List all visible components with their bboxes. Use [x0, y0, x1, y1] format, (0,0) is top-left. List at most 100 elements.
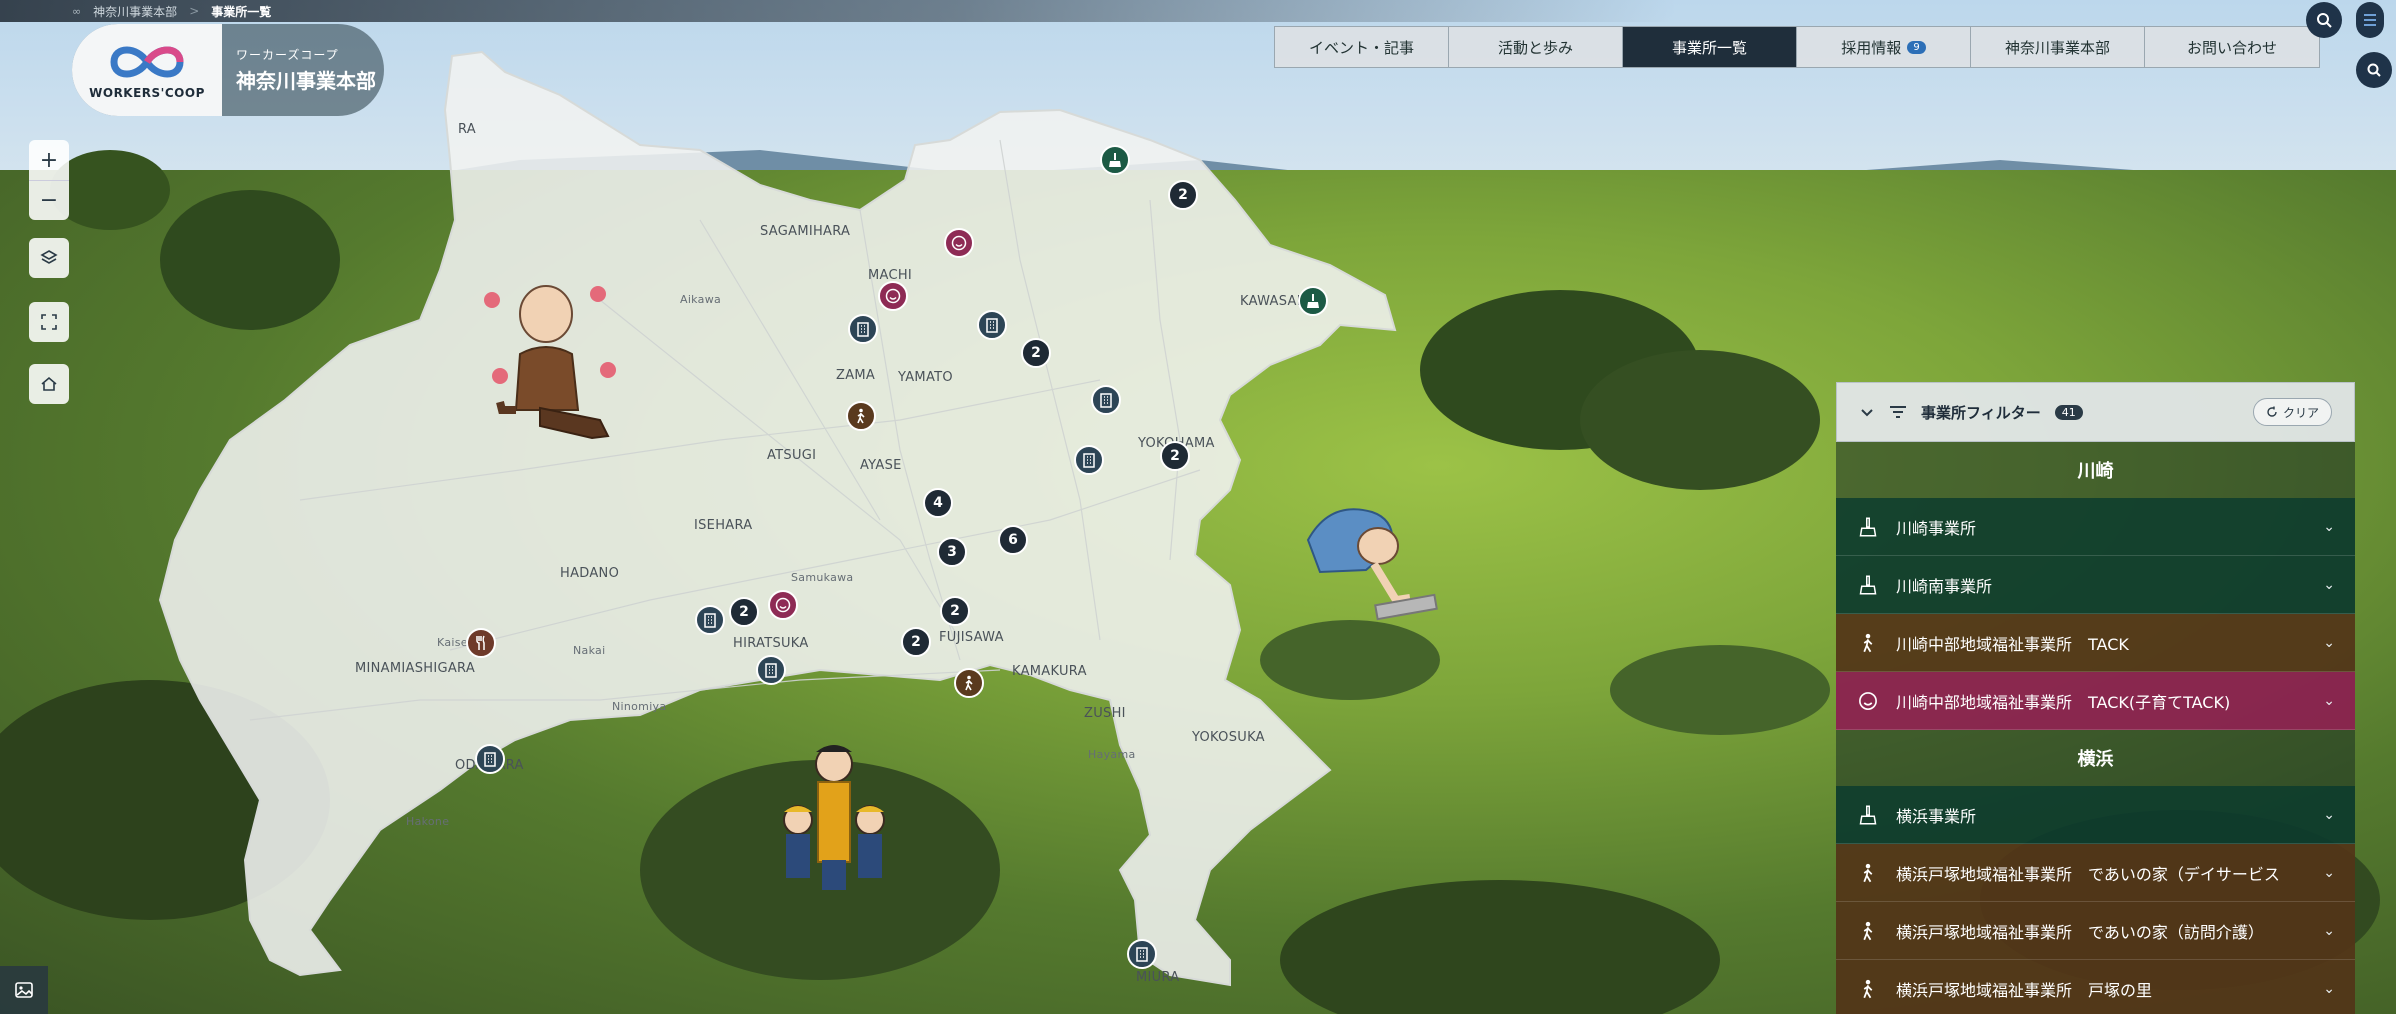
broom-icon [1109, 153, 1121, 167]
office-marker[interactable] [848, 314, 878, 344]
office-marker[interactable] [768, 590, 798, 620]
office-row[interactable]: 川崎中部地域福祉事業所 TACK ⌄ [1836, 614, 2355, 672]
chevron-down-icon: ⌄ [2323, 806, 2335, 823]
office-row[interactable]: 川崎事業所 ⌄ [1836, 498, 2355, 556]
office-marker[interactable] [878, 281, 908, 311]
office-row[interactable]: 川崎中部地域福祉事業所 TACK(子育てTACK) ⌄ [1836, 672, 2355, 730]
nav-label: イベント・記事 [1308, 38, 1414, 57]
search-icon [2367, 63, 2381, 77]
nav-label: お問い合わせ [2186, 38, 2277, 57]
place-label: Hakone [406, 815, 450, 828]
cluster-marker[interactable]: 2 [729, 597, 759, 627]
menu-button[interactable] [2356, 2, 2384, 38]
sparkle-search-icon [2317, 13, 2332, 28]
office-filter-panel: 事業所フィルター 41 クリア 川崎 川崎事業所 ⌄ 川崎南事業所 ⌄ 川崎中部… [1836, 382, 2355, 1014]
image-toggle-button[interactable] [0, 966, 48, 1014]
fullscreen-icon [41, 314, 57, 330]
place-label: KAMAKURA [1012, 664, 1087, 679]
office-row[interactable]: 川崎南事業所 ⌄ [1836, 556, 2355, 614]
filter-header[interactable]: 事業所フィルター 41 クリア [1836, 382, 2355, 442]
cluster-marker[interactable]: 6 [998, 525, 1028, 555]
nav-item-history[interactable]: 活動と歩み [1449, 27, 1623, 67]
place-label: Nakai [573, 644, 606, 657]
place-label: ZAMA [836, 368, 876, 383]
place-label: ZUSHI [1084, 706, 1126, 721]
office-marker[interactable] [1298, 286, 1328, 316]
cluster-marker[interactable]: 2 [1168, 180, 1198, 210]
office-marker[interactable] [954, 668, 984, 698]
place-label: YOKOSUKA [1192, 730, 1265, 745]
office-name: 川崎中部地域福祉事業所 TACK [1896, 634, 2129, 654]
office-row[interactable]: 横浜戸塚地域福祉事業所 であいの家（訪問介護） ⌄ [1836, 902, 2355, 960]
magic-search-button[interactable] [2306, 2, 2342, 38]
breadcrumb-separator: > [189, 4, 200, 18]
office-marker[interactable] [756, 655, 786, 685]
building-icon [1136, 947, 1148, 962]
place-label: FUJISAWA [939, 630, 1004, 645]
place-label: Aikawa [680, 293, 722, 306]
building-icon [857, 322, 869, 337]
place-label: Ninomiya [612, 700, 667, 713]
nav-item-contact[interactable]: お問い合わせ [2145, 27, 2319, 67]
zoom-out-button[interactable]: − [29, 180, 69, 220]
nav-label: 活動と歩み [1497, 38, 1573, 57]
home-view-button[interactable] [29, 364, 69, 404]
nav-item-recruit[interactable]: 採用情報 9 [1797, 27, 1971, 67]
office-marker[interactable] [1074, 445, 1104, 475]
walker-icon [1863, 863, 1873, 882]
office-row[interactable]: 横浜戸塚地域福祉事業所 であいの家（デイサービス ⌄ [1836, 844, 2355, 902]
family-illustration [783, 745, 885, 890]
nav-item-events[interactable]: イベント・記事 [1275, 27, 1449, 67]
cluster-marker[interactable]: 2 [1160, 441, 1190, 471]
office-marker[interactable] [1091, 385, 1121, 415]
broom-icon [1859, 805, 1877, 824]
home-icon [41, 376, 57, 391]
nav-item-offices[interactable]: 事業所一覧 [1623, 27, 1797, 67]
office-marker[interactable] [475, 744, 505, 774]
clear-filter-button[interactable]: クリア [2252, 398, 2332, 426]
office-name: 横浜戸塚地域福祉事業所 であいの家（デイサービス [1896, 864, 2280, 884]
office-row[interactable]: 横浜事業所 ⌄ [1836, 786, 2355, 844]
office-marker[interactable] [695, 605, 725, 635]
cluster-marker[interactable]: 3 [937, 537, 967, 567]
breadcrumb-home[interactable]: 神奈川事業本部 [93, 3, 177, 20]
walker-icon [1863, 921, 1873, 940]
office-count-badge: 41 [2054, 404, 2083, 420]
walker-icon [965, 675, 973, 691]
nav-label: 採用情報 [1841, 38, 1902, 57]
filter-title: 事業所フィルター [1921, 403, 2041, 422]
office-marker[interactable] [944, 228, 974, 258]
building-icon [1100, 393, 1112, 408]
office-marker[interactable] [1127, 939, 1157, 969]
search-button[interactable] [2356, 52, 2392, 88]
office-marker[interactable] [977, 310, 1007, 340]
home-link-icon[interactable]: ∞ [72, 5, 81, 18]
walker-icon [857, 408, 865, 424]
site-logo[interactable]: WORKERS'COOP ワーカーズコープ 神奈川事業本部 [72, 24, 384, 116]
broom-icon [1859, 575, 1877, 594]
cluster-marker[interactable]: 4 [923, 488, 953, 518]
logo-title: 神奈川事業本部 [236, 69, 376, 93]
place-label: MIURA [1136, 970, 1180, 985]
cluster-marker[interactable]: 2 [1021, 338, 1051, 368]
filter-icon [1890, 406, 1906, 418]
clear-label: クリア [2282, 405, 2319, 420]
walker-icon [1863, 979, 1873, 998]
cluster-marker[interactable]: 2 [940, 596, 970, 626]
office-marker[interactable] [846, 401, 876, 431]
office-marker[interactable] [1100, 145, 1130, 175]
nav-label: 神奈川事業本部 [2004, 38, 2110, 57]
fullscreen-button[interactable] [29, 302, 69, 342]
chevron-down-icon[interactable] [1859, 404, 1875, 420]
office-row[interactable]: 横浜戸塚地域福祉事業所 戸塚の里 ⌄ [1836, 960, 2355, 1014]
nav-item-headquarters[interactable]: 神奈川事業本部 [1971, 27, 2145, 67]
place-label: SAGAMIHARA [760, 224, 851, 239]
office-marker[interactable] [466, 628, 496, 658]
place-label: HADANO [560, 566, 620, 581]
image-icon [15, 982, 33, 998]
layers-button[interactable] [29, 238, 69, 278]
cluster-marker[interactable]: 2 [901, 627, 931, 657]
zoom-controls: + − [29, 140, 69, 220]
zoom-in-button[interactable]: + [29, 140, 69, 180]
chevron-down-icon: ⌄ [2323, 864, 2335, 881]
